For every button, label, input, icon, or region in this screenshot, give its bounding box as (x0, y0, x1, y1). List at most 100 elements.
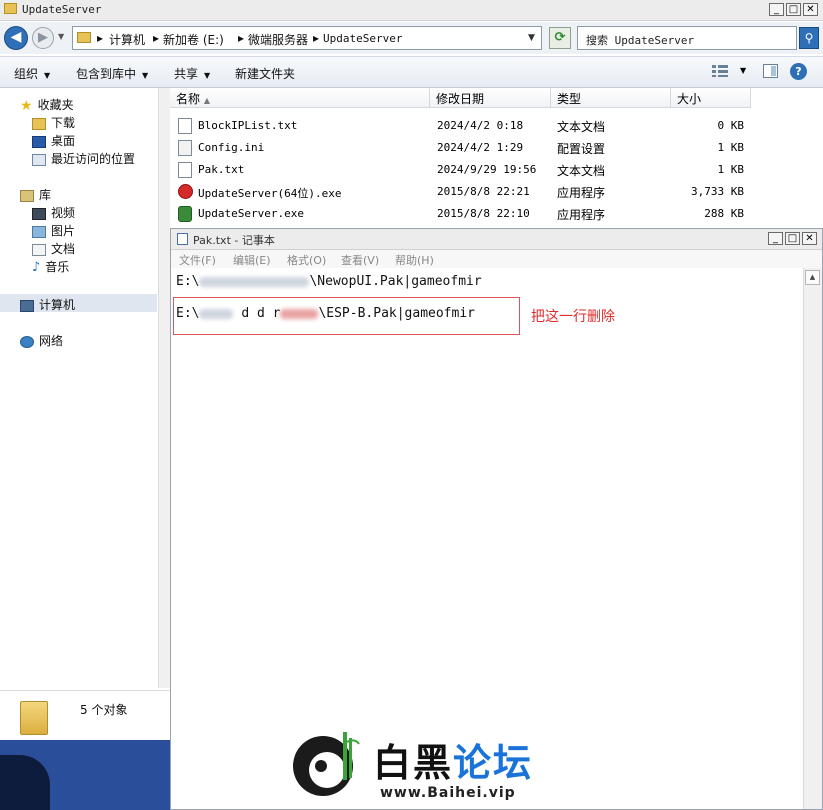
scroll-up-icon[interactable]: ▲ (805, 270, 820, 285)
nav-recent-label: 最近访问的位置 (51, 152, 136, 166)
search-input[interactable]: 搜索 UpdateServer (577, 26, 797, 50)
file-row-pak[interactable]: Pak.txt 2024/9/29 19:56 文本文档 1 KB (170, 159, 770, 181)
notepad-vertical-scrollbar[interactable]: ▲ (803, 268, 822, 809)
config-file-icon (178, 140, 192, 156)
notepad-close-button[interactable]: ✕ (802, 232, 817, 245)
nav-downloads[interactable]: 下载 (32, 114, 75, 131)
notepad-title: Pak.txt - 记事本 (193, 234, 275, 247)
file-date: 2024/9/29 19:56 (437, 163, 537, 176)
navigation-pane: ★ 收藏夹 下载 桌面 最近访问的位置 库 视频 图片 文档 ♪ 音乐 计算机 (0, 88, 159, 688)
text-file-icon (178, 162, 192, 178)
file-name: UpdateServer(64位).exe (198, 187, 342, 200)
nav-pictures-label: 图片 (51, 224, 76, 238)
view-dropdown-icon[interactable]: ▼ (740, 66, 746, 75)
column-header-name[interactable]: 名称 ▲ (170, 88, 430, 108)
computer-icon (20, 299, 34, 312)
include-in-library-button[interactable]: 包含到库中 ▼ (76, 65, 148, 82)
close-button[interactable]: ✕ (803, 3, 818, 16)
file-name: UpdateServer.exe (198, 207, 304, 220)
nav-desktop-label: 桌面 (51, 134, 76, 148)
notepad-maximize-button[interactable]: □ (785, 232, 800, 245)
file-name: Pak.txt (198, 163, 245, 176)
notepad-minimize-button[interactable]: _ (768, 232, 783, 245)
nav-favorites[interactable]: ★ 收藏夹 (20, 96, 74, 113)
minimize-button[interactable]: _ (769, 3, 784, 16)
preview-pane-icon[interactable] (763, 64, 778, 78)
menu-file[interactable]: 文件(F) (179, 252, 216, 268)
file-type: 文本文档 (557, 164, 606, 178)
nav-libraries[interactable]: 库 (20, 186, 51, 203)
green-app-icon (178, 206, 192, 222)
breadcrumb-separator-icon[interactable]: ▸ (238, 31, 244, 45)
file-row-config[interactable]: Config.ini 2024/4/2 1:29 配置设置 1 KB (170, 137, 770, 159)
refresh-icon[interactable]: ⟳ (549, 27, 571, 49)
forward-button[interactable]: ▶ (32, 27, 54, 49)
breadcrumb-separator-icon[interactable]: ▸ (313, 31, 319, 45)
address-bar[interactable]: ▸ 计算机 ▸ 新加卷 (E:) ▸ 微端服务器 ▸ UpdateServer … (72, 26, 542, 50)
file-row-updateserver64[interactable]: UpdateServer(64位).exe 2015/8/8 22:21 应用程… (170, 181, 770, 203)
file-name: BlockIPList.txt (198, 119, 298, 132)
back-button[interactable]: ◀ (4, 26, 28, 50)
nav-videos[interactable]: 视频 (32, 204, 75, 221)
file-size: 1 KB (717, 163, 745, 176)
search-icon[interactable]: ⚲ (799, 27, 819, 49)
nav-computer[interactable]: 计算机 (20, 296, 75, 313)
include-in-library-label: 包含到库中 (76, 67, 137, 81)
notepad-icon (177, 233, 188, 245)
column-name-label: 名称 (176, 92, 201, 106)
menu-help[interactable]: 帮助(H) (395, 252, 434, 268)
new-folder-button[interactable]: 新建文件夹 (235, 65, 295, 82)
breadcrumb-folder[interactable]: 微端服务器 (248, 31, 308, 48)
breadcrumb-separator-icon[interactable]: ▸ (153, 31, 159, 45)
breadcrumb-separator-icon[interactable]: ▸ (97, 31, 103, 45)
menu-edit[interactable]: 编辑(E) (233, 252, 271, 268)
explorer-title-bar: UpdateServer _ □ ✕ (0, 0, 823, 21)
documents-icon (32, 243, 46, 256)
file-type: 配置设置 (557, 142, 606, 156)
folder-icon (20, 701, 48, 735)
text-file-icon (178, 118, 192, 134)
nav-network-label: 网络 (39, 334, 64, 348)
column-header-size[interactable]: 大小 (671, 88, 751, 108)
window-title: UpdateServer (22, 3, 102, 16)
organize-button[interactable]: 组织 ▼ (14, 65, 50, 82)
nav-recent[interactable]: 最近访问的位置 (32, 150, 135, 167)
nav-network[interactable]: 网络 (20, 332, 63, 349)
brand-part1: 白黑 (373, 741, 454, 785)
nav-favorites-label: 收藏夹 (37, 98, 74, 112)
recent-places-icon (32, 153, 46, 166)
dropdown-arrow-icon: ▼ (142, 71, 149, 80)
breadcrumb-drive[interactable]: 新加卷 (E:) (163, 31, 224, 48)
recent-pages-dropdown-icon[interactable]: ▼ (58, 32, 64, 41)
nav-videos-label: 视频 (51, 206, 76, 220)
file-row-blockiplist[interactable]: BlockIPList.txt 2024/4/2 0:18 文本文档 0 KB (170, 115, 770, 137)
command-bar: 组织 ▼ 包含到库中 ▼ 共享 ▼ 新建文件夹 ▼ ? (0, 56, 823, 88)
pictures-icon (32, 225, 46, 238)
view-options-icon[interactable] (712, 65, 728, 77)
details-pane: 5 个对象 (0, 690, 170, 741)
nav-music-label: 音乐 (45, 260, 70, 274)
column-header-date[interactable]: 修改日期 (430, 88, 551, 108)
column-header-type[interactable]: 类型 (551, 88, 671, 108)
share-button[interactable]: 共享 ▼ (174, 65, 210, 82)
file-row-updateserver[interactable]: UpdateServer.exe 2015/8/8 22:10 应用程序 288… (170, 203, 770, 225)
share-label: 共享 (174, 67, 199, 81)
brand-name: 白黑论坛 (373, 732, 533, 787)
menu-view[interactable]: 查看(V) (341, 252, 379, 268)
nav-pictures[interactable]: 图片 (32, 222, 75, 239)
file-date: 2024/4/2 0:18 (437, 119, 524, 132)
help-icon[interactable]: ? (790, 63, 807, 80)
address-dropdown-icon[interactable]: ▼ (528, 33, 535, 43)
address-row: ◀ ▶ ▼ ▸ 计算机 ▸ 新加卷 (E:) ▸ 微端服务器 ▸ UpdateS… (0, 22, 823, 54)
notepad-title-bar: Pak.txt - 记事本 _ □ ✕ (171, 229, 822, 250)
nav-computer-label: 计算机 (39, 298, 76, 312)
maximize-button[interactable]: □ (786, 3, 801, 16)
nav-desktop[interactable]: 桌面 (32, 132, 75, 149)
text-line-1[interactable]: E:\ \NewopUI.Pak|gameofmir (176, 274, 482, 289)
sort-ascending-icon: ▲ (203, 96, 210, 105)
nav-music[interactable]: ♪ 音乐 (32, 258, 69, 275)
breadcrumb-computer[interactable]: 计算机 (109, 31, 145, 48)
breadcrumb-current[interactable]: UpdateServer (323, 32, 402, 45)
menu-format[interactable]: 格式(O) (287, 252, 326, 268)
nav-documents[interactable]: 文档 (32, 240, 75, 257)
